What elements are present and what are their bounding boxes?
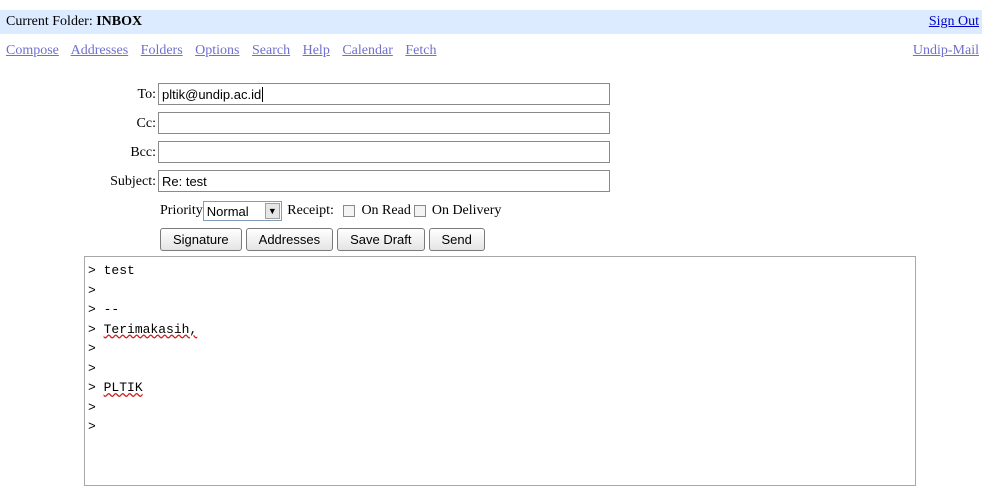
options-row: Priority Normal ▼ Receipt: On Read On Deliv… — [160, 201, 501, 221]
message-line: > PLTIK — [88, 378, 915, 398]
quote-prefix: > — [88, 380, 104, 395]
message-line: > — [88, 339, 915, 359]
receipt-label: Receipt: — [287, 203, 334, 219]
nav-options[interactable]: Options — [195, 43, 239, 58]
nav-addresses[interactable]: Addresses — [71, 43, 129, 58]
subject-row: Subject: Re: test — [0, 170, 620, 193]
main-nav: Compose Addresses Folders Options Search… — [6, 43, 445, 59]
compose-buttons: Signature Addresses Save Draft Send — [160, 228, 489, 251]
line-text: -- — [103, 302, 120, 317]
quote-prefix: > — [88, 419, 96, 434]
subject-label: Subject: — [110, 174, 156, 189]
header-bar: Current Folder: INBOX Sign Out — [0, 10, 982, 34]
bcc-label: Bcc: — [130, 145, 156, 160]
to-field[interactable]: pltik@undip.ac.id — [158, 83, 610, 105]
nav-search[interactable]: Search — [252, 43, 290, 58]
quote-prefix: > — [88, 282, 96, 298]
cc-label: Cc: — [136, 116, 156, 131]
sign-out-link[interactable]: Sign Out — [929, 14, 979, 30]
cc-field[interactable] — [158, 112, 610, 134]
message-line: > test — [88, 261, 915, 281]
subject-field[interactable]: Re: test — [158, 170, 610, 192]
line-text: test — [103, 263, 135, 278]
nav-folders[interactable]: Folders — [141, 43, 183, 58]
on-read-checkbox[interactable] — [343, 205, 356, 217]
nav-fetch[interactable]: Fetch — [405, 43, 436, 58]
to-row: To: pltik@undip.ac.id — [0, 83, 620, 106]
addresses-button[interactable]: Addresses — [245, 228, 334, 251]
message-line: > -- — [88, 300, 915, 320]
signature-button[interactable]: Signature — [160, 228, 242, 251]
bcc-field[interactable] — [158, 141, 610, 163]
line-text: PLTIK — [103, 380, 143, 395]
message-body[interactable]: > test > > -- > Terimakasih, > > > PLTIK… — [84, 256, 916, 486]
nav-compose[interactable]: Compose — [6, 43, 59, 58]
bcc-row: Bcc: — [0, 141, 620, 164]
quote-prefix: > — [88, 360, 96, 376]
current-folder-name: INBOX — [96, 14, 143, 29]
message-line: > — [88, 398, 915, 418]
quote-prefix: > — [88, 341, 96, 356]
message-line: > — [88, 281, 915, 301]
message-line: > — [88, 359, 915, 379]
cc-row: Cc: — [0, 112, 620, 135]
line-text: Terimakasih, — [103, 321, 198, 337]
priority-label: Priority — [160, 203, 203, 219]
nav-help[interactable]: Help — [303, 43, 330, 58]
to-value: pltik@undip.ac.id — [162, 87, 262, 102]
quote-prefix: > — [88, 399, 96, 415]
message-line: > — [88, 417, 915, 437]
priority-select[interactable]: Normal ▼ — [202, 201, 282, 221]
text-caret — [262, 87, 264, 102]
current-folder: Current Folder: INBOX — [6, 14, 142, 30]
chevron-down-icon: ▼ — [264, 203, 280, 219]
to-label: To: — [137, 87, 156, 102]
quote-prefix: > — [88, 302, 104, 317]
save-draft-button[interactable]: Save Draft — [337, 228, 425, 251]
on-delivery-label: On Delivery — [431, 203, 502, 219]
quote-prefix: > — [88, 263, 104, 278]
on-delivery-checkbox[interactable] — [413, 205, 426, 217]
message-line: > Terimakasih, — [88, 320, 915, 340]
current-folder-label: Current Folder: — [6, 14, 93, 29]
undip-mail-link[interactable]: Undip-Mail — [913, 43, 979, 59]
send-button[interactable]: Send — [428, 228, 485, 251]
quote-prefix: > — [88, 321, 104, 337]
priority-value: Normal — [206, 204, 249, 219]
on-read-label: On Read — [361, 203, 411, 219]
nav-calendar[interactable]: Calendar — [342, 43, 393, 58]
